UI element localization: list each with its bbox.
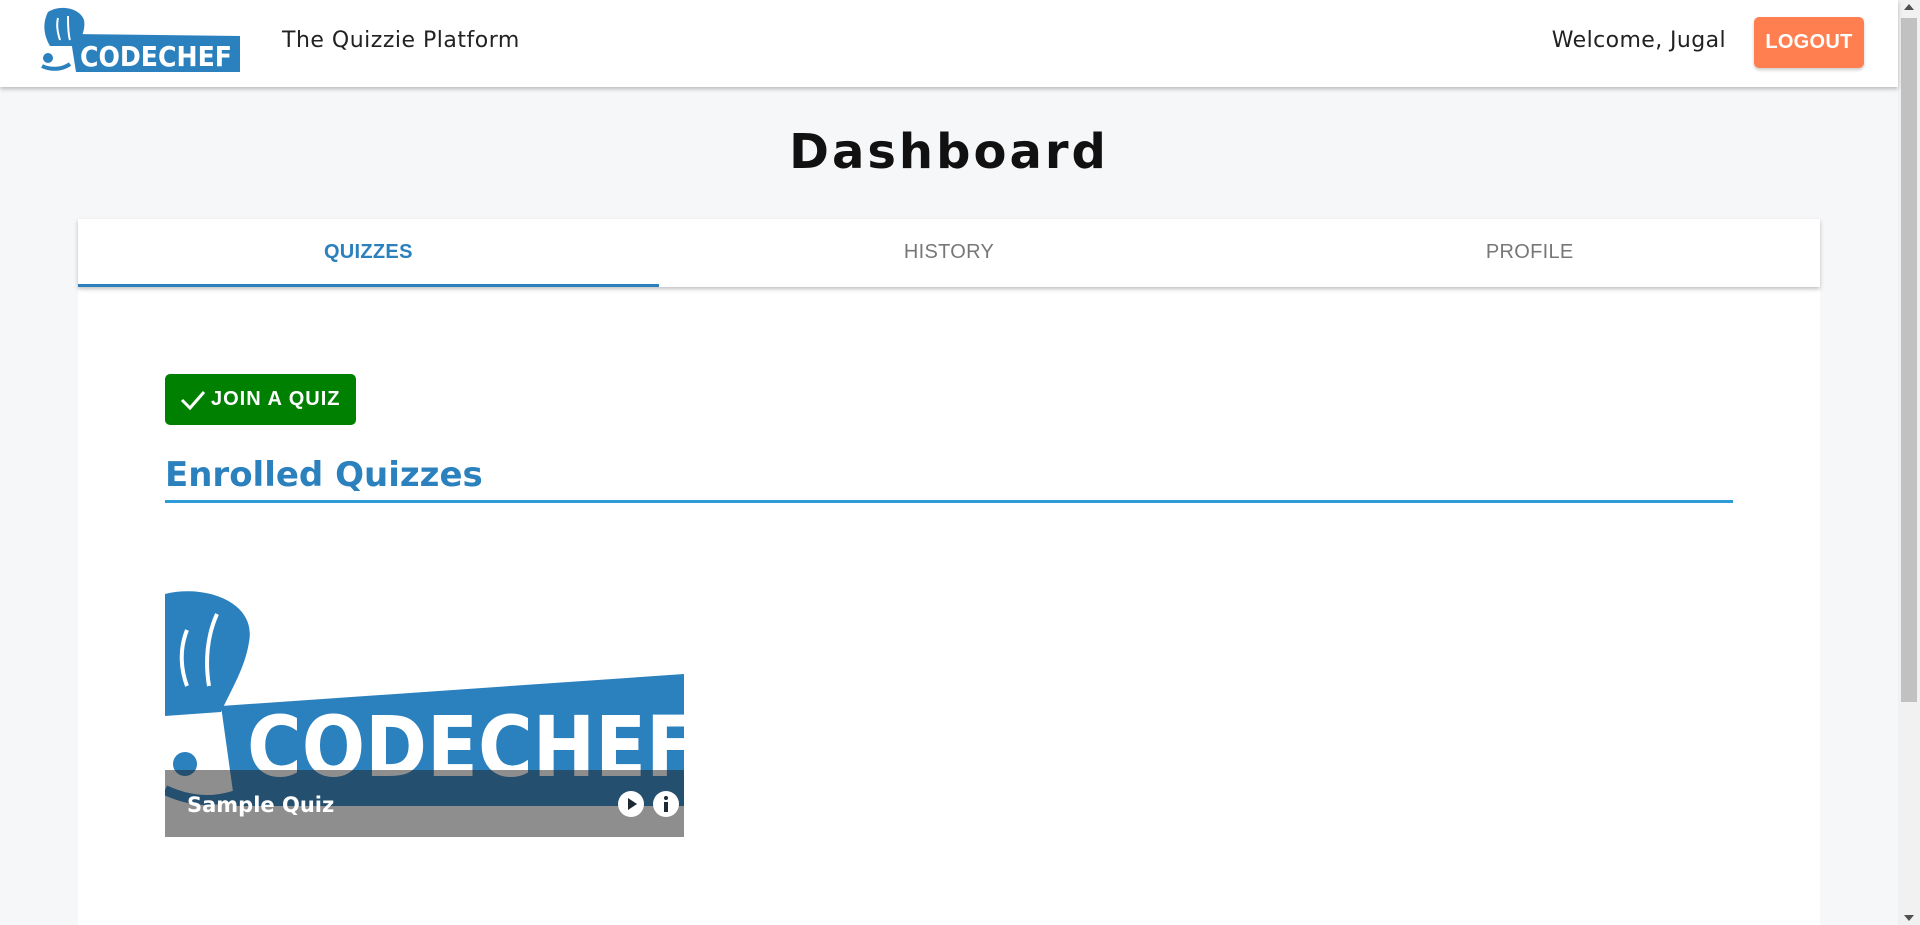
scrollbar-thumb[interactable] xyxy=(1901,18,1917,702)
tab-quizzes[interactable]: QUIZZES xyxy=(78,219,659,287)
app-header: CODECHEF The Quizzie Platform Welcome, J… xyxy=(0,0,1898,87)
quiz-card[interactable]: CODECHEF Sample Quiz xyxy=(165,590,684,837)
join-quiz-label: JOIN A QUIZ xyxy=(211,388,341,410)
welcome-text: Welcome, Jugal xyxy=(1551,28,1726,53)
enrolled-quizzes-heading: Enrolled Quizzes xyxy=(165,455,483,495)
logo-text: CODECHEF xyxy=(80,40,232,72)
play-icon[interactable] xyxy=(617,790,645,818)
scroll-up-arrow-icon[interactable] xyxy=(1904,4,1914,10)
check-icon xyxy=(180,390,206,410)
info-icon[interactable] xyxy=(652,790,680,818)
join-quiz-button[interactable]: JOIN A QUIZ xyxy=(165,374,356,425)
tab-profile[interactable]: PROFILE xyxy=(1239,219,1820,287)
quiz-name: Sample Quiz xyxy=(187,793,335,817)
scroll-down-arrow-icon[interactable] xyxy=(1904,915,1914,921)
app-title: The Quizzie Platform xyxy=(282,28,520,53)
tab-history[interactable]: HISTORY xyxy=(659,219,1240,287)
scrollbar[interactable] xyxy=(1898,0,1920,925)
page-title: Dashboard xyxy=(789,124,1109,180)
logout-button[interactable]: LOGOUT xyxy=(1754,17,1864,68)
next-section-heading-partial xyxy=(165,912,425,925)
section-divider xyxy=(165,500,1733,503)
tab-bar: QUIZZES HISTORY PROFILE xyxy=(78,219,1820,287)
codechef-logo[interactable]: CODECHEF xyxy=(40,6,240,72)
